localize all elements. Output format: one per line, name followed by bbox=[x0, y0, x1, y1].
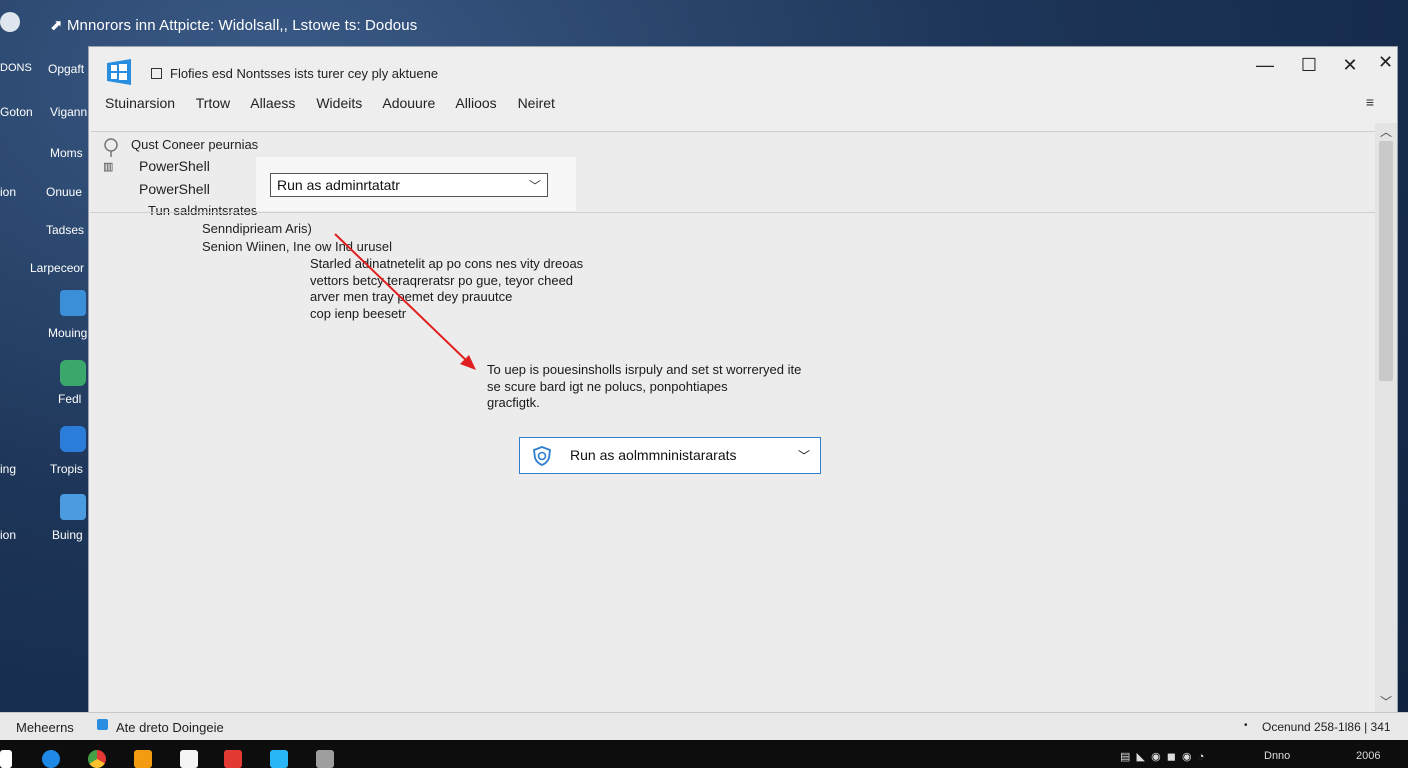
tree-item-powershell[interactable]: PowerShell bbox=[139, 181, 210, 197]
desktop-label: Fedl bbox=[58, 392, 82, 406]
menu-item[interactable]: Stuinarsion bbox=[105, 95, 175, 111]
description-text-2: To uep is pouesinsholls isrpuly and set … bbox=[487, 362, 801, 412]
close-button[interactable]: ✕ bbox=[1332, 55, 1368, 76]
shield-icon bbox=[533, 446, 551, 466]
desktop-label: Mouing bbox=[48, 326, 88, 340]
tray-date[interactable]: 2006 bbox=[1356, 750, 1380, 762]
chrome-icon[interactable] bbox=[88, 750, 106, 768]
desktop-label: DONS bbox=[0, 62, 32, 74]
desktop-label: Opgaft bbox=[48, 62, 85, 76]
tree-subitem[interactable]: Tun saldmintsrates bbox=[148, 203, 257, 218]
status-app-icon bbox=[97, 719, 108, 730]
menu-item[interactable]: Allioos bbox=[455, 95, 496, 111]
tree-subitem[interactable]: Senion Wiinen, Ine ow Ind urusel bbox=[202, 239, 392, 254]
status-center: Ate dreto Doingeie bbox=[116, 720, 224, 735]
app-icon[interactable] bbox=[316, 750, 334, 768]
desktop-label: ion bbox=[0, 185, 17, 199]
system-tray[interactable]: ▤ ◣ ◉ ◼ ◉ ◔ bbox=[1120, 750, 1204, 763]
outer-close-button[interactable]: ✕ bbox=[1378, 52, 1393, 73]
description-line: cop ienp beesetr bbox=[310, 305, 407, 321]
menu-bar: Stuinarsion Trtow Allaess Wideits Adouur… bbox=[105, 95, 572, 115]
user-icon[interactable] bbox=[0, 12, 20, 32]
description-text-1: Starled adinatnetelit ap po cons nes vit… bbox=[310, 256, 583, 322]
desktop-label: ing bbox=[0, 462, 17, 476]
app-icon[interactable] bbox=[134, 750, 152, 768]
windows-logo-icon bbox=[107, 59, 131, 85]
description-line: arver men tray pemet dey prauutce bbox=[310, 289, 513, 304]
description-line: Starled adinatnetelit ap po cons nes vit… bbox=[310, 256, 584, 271]
desktop-label: ion bbox=[0, 528, 17, 542]
desktop-label: Tropis bbox=[50, 462, 83, 476]
cortana-icon[interactable] bbox=[42, 750, 60, 768]
desktop-label: Goton bbox=[0, 105, 33, 119]
description-line: gracfigtk. bbox=[487, 395, 540, 410]
content-pane bbox=[91, 131, 1376, 714]
menu-item[interactable]: Trtow bbox=[196, 95, 230, 111]
desktop-label: Moms bbox=[50, 146, 83, 160]
vertical-scrollbar[interactable]: ︿ ﹀ bbox=[1375, 123, 1397, 713]
grid-icon: ▥ bbox=[103, 161, 114, 173]
tray-time[interactable]: Dnno bbox=[1264, 750, 1290, 762]
status-bar: Meheerns Ate dreto Doingeie • Ocenund 25… bbox=[0, 712, 1408, 741]
description-line: vettors betcy teraqreratsr po gue, teyor… bbox=[310, 272, 574, 288]
divider bbox=[90, 212, 1375, 213]
desktop-label: Tadses bbox=[46, 223, 85, 237]
menu-item[interactable]: Adouure bbox=[382, 95, 435, 111]
desktop-icons-area: DONS Opgaft Goton Vigann Moms ion Onuue … bbox=[0, 0, 90, 740]
scroll-down-icon[interactable]: ﹀ bbox=[1379, 693, 1393, 710]
menu-item[interactable]: Wideits bbox=[316, 95, 362, 111]
start-icon[interactable] bbox=[0, 750, 12, 768]
desktop-label: Vigann bbox=[50, 105, 88, 119]
chevron-down-icon: ﹀ bbox=[528, 179, 541, 193]
menu-icon[interactable]: ≡ bbox=[1366, 94, 1374, 110]
run-as-admin-button[interactable]: Run as aolmmninistararats ﹀ bbox=[519, 437, 821, 474]
button-label: Run as aolmmninistararats bbox=[570, 447, 737, 463]
twitter-icon[interactable] bbox=[270, 750, 288, 768]
document-icon[interactable] bbox=[180, 750, 198, 768]
status-right: Ocenund 258-1l86 | 341 bbox=[1262, 720, 1391, 734]
menu-item[interactable]: Allaess bbox=[250, 95, 295, 111]
status-dots-icon: • bbox=[1244, 720, 1248, 731]
tree-header: Qust Coneer peurnias bbox=[131, 137, 259, 152]
window-title: Flofies esd Nontsses ists turer cey ply … bbox=[151, 66, 438, 81]
tree-item-powershell[interactable]: PowerShell bbox=[139, 158, 210, 174]
maximize-button[interactable]: ☐ bbox=[1291, 55, 1327, 76]
dropdown-value: Run as adminrtatatr bbox=[277, 177, 400, 193]
app-icon[interactable] bbox=[60, 360, 86, 386]
app-icon[interactable] bbox=[60, 290, 86, 316]
location-pin-icon bbox=[104, 138, 118, 157]
run-as-dropdown[interactable]: Run as adminrtatatr ﹀ bbox=[270, 173, 548, 197]
window-square-icon bbox=[151, 68, 162, 79]
description-line: To uep is pouesinsholls isrpuly and set … bbox=[487, 362, 802, 377]
desktop-label: Larpeceor bbox=[30, 261, 85, 275]
description-line: se scure bard igt ne polucs, ponpohtiape… bbox=[487, 378, 728, 394]
app-icon[interactable] bbox=[60, 426, 86, 452]
status-left: Meheerns bbox=[16, 720, 74, 735]
scroll-up-icon[interactable]: ︿ bbox=[1379, 123, 1393, 140]
menu-item[interactable]: Neiret bbox=[518, 95, 555, 111]
desktop-label: Onuue bbox=[46, 185, 83, 199]
tree-subitem[interactable]: Senndiprieam Aris) bbox=[202, 221, 312, 236]
app-icon[interactable] bbox=[224, 750, 242, 768]
desktop-title: ⬈ Mnnorors inn Attpicte: Widolsall,, Lst… bbox=[50, 17, 418, 34]
scroll-thumb[interactable] bbox=[1379, 141, 1393, 381]
chevron-down-icon: ﹀ bbox=[797, 449, 810, 463]
desktop-label: Buing bbox=[52, 528, 83, 542]
minimize-button[interactable]: — bbox=[1247, 55, 1283, 76]
app-icon[interactable] bbox=[60, 494, 86, 520]
